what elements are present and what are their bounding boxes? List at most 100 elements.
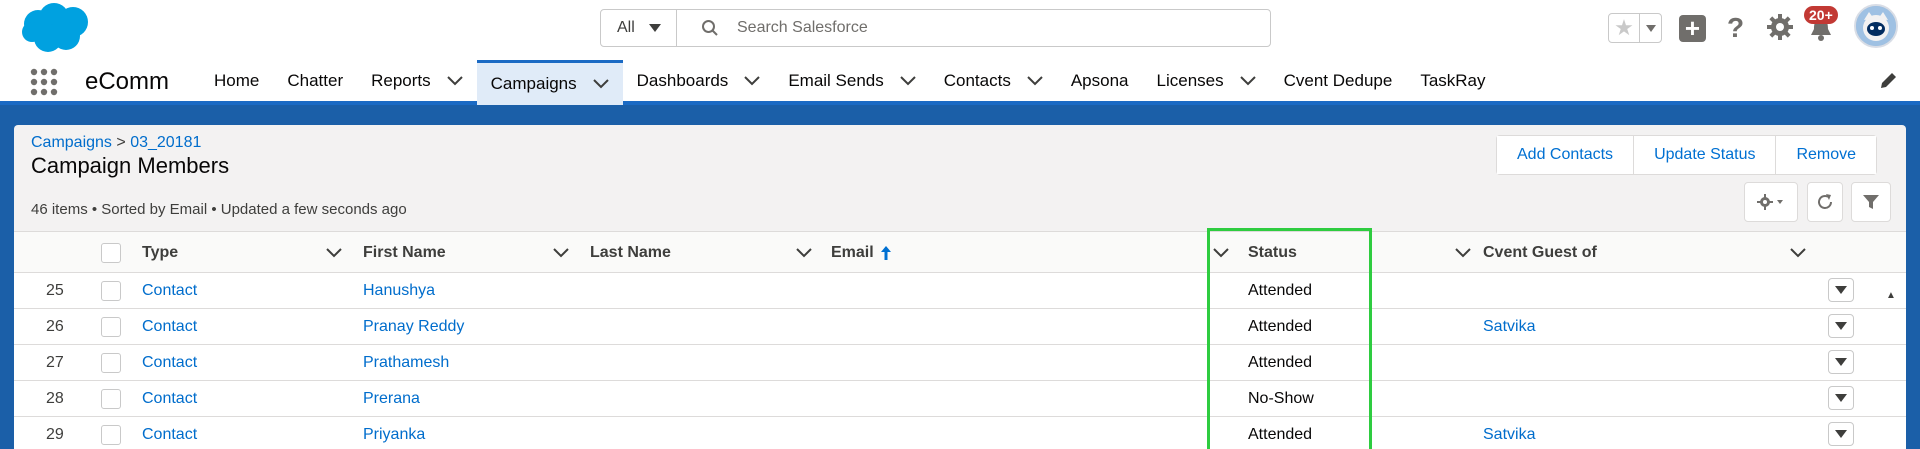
row-checkbox-cell bbox=[101, 273, 121, 308]
salesforce-logo[interactable] bbox=[18, 2, 94, 54]
type-link[interactable]: Contact bbox=[142, 381, 197, 416]
nav-item-label: Dashboards bbox=[636, 70, 729, 90]
chevron-down-icon[interactable] bbox=[1790, 248, 1806, 258]
row-number: 25 bbox=[46, 281, 64, 299]
breadcrumb-campaign-link[interactable]: 03_20181 bbox=[130, 134, 201, 151]
column-header-email[interactable]: Email bbox=[831, 232, 892, 274]
nav-item-campaigns[interactable]: Campaigns bbox=[476, 60, 623, 105]
chevron-down-icon[interactable] bbox=[326, 248, 342, 258]
nav-item-label: TaskRay bbox=[1420, 70, 1486, 90]
nav-item-reports[interactable]: Reports bbox=[357, 60, 477, 101]
chevron-down-icon[interactable] bbox=[796, 248, 812, 258]
row-number: 28 bbox=[46, 389, 64, 407]
nav-item-chatter[interactable]: Chatter bbox=[273, 60, 357, 101]
type-link[interactable]: Contact bbox=[142, 417, 197, 449]
cvent-guest-of-link[interactable]: Satvika bbox=[1483, 417, 1535, 449]
refresh-button[interactable] bbox=[1807, 182, 1843, 222]
nav-item-email-sends[interactable]: Email Sends bbox=[774, 60, 929, 101]
chevron-down-icon[interactable] bbox=[1239, 75, 1256, 86]
row-checkbox[interactable] bbox=[101, 280, 121, 301]
status-cell: Attended bbox=[1248, 425, 1313, 443]
add-contacts-button[interactable]: Add Contacts bbox=[1497, 136, 1634, 174]
chevron-down-icon[interactable] bbox=[553, 248, 569, 258]
row-actions-button[interactable] bbox=[1828, 278, 1854, 302]
first-name-link[interactable]: Prathamesh bbox=[363, 345, 449, 380]
app-launcher-icon[interactable] bbox=[29, 67, 59, 97]
row-checkbox[interactable] bbox=[101, 424, 121, 445]
search-icon bbox=[702, 20, 718, 36]
chevron-down-icon[interactable] bbox=[446, 75, 463, 86]
global-search: All bbox=[600, 9, 1271, 47]
setup-gear-icon[interactable] bbox=[1766, 13, 1794, 41]
type-link[interactable]: Contact bbox=[142, 309, 197, 344]
chevron-down-icon[interactable] bbox=[1213, 248, 1229, 258]
scroll-up-arrow-icon[interactable]: ▲ bbox=[1886, 290, 1896, 301]
status-cell: No-Show bbox=[1248, 389, 1314, 407]
favorites-dropdown[interactable] bbox=[1639, 14, 1661, 42]
nav-item-taskray[interactable]: TaskRay bbox=[1406, 60, 1499, 101]
row-actions-button[interactable] bbox=[1828, 386, 1854, 410]
chevron-down-icon[interactable] bbox=[592, 79, 609, 89]
sort-ascending-arrow-icon bbox=[880, 246, 891, 260]
nav-item-cvent-dedupe[interactable]: Cvent Dedupe bbox=[1270, 60, 1407, 101]
column-header-last-name[interactable]: Last Name bbox=[590, 232, 671, 274]
nav-item-label: Email Sends bbox=[788, 70, 884, 90]
select-all-checkbox-cell bbox=[101, 232, 121, 274]
column-header-label: Cvent Guest of bbox=[1483, 244, 1597, 261]
list-settings-button[interactable] bbox=[1744, 182, 1798, 222]
update-status-button[interactable]: Update Status bbox=[1633, 136, 1776, 174]
column-header-first-name[interactable]: First Name bbox=[363, 232, 446, 274]
filter-button[interactable] bbox=[1851, 182, 1891, 222]
row-checkbox[interactable] bbox=[101, 388, 121, 409]
column-header-label: First Name bbox=[363, 244, 446, 261]
nav-item-contacts[interactable]: Contacts bbox=[930, 60, 1057, 101]
row-actions-button[interactable] bbox=[1828, 350, 1854, 374]
type-link[interactable]: Contact bbox=[142, 273, 197, 308]
refresh-icon bbox=[1818, 194, 1832, 209]
search-input[interactable] bbox=[737, 19, 1257, 37]
global-actions-plus-icon[interactable]: + bbox=[1679, 15, 1706, 42]
breadcrumb-campaigns-link[interactable]: Campaigns bbox=[31, 134, 112, 151]
edit-nav-pencil-icon[interactable] bbox=[1878, 71, 1898, 91]
cvent-guest-of-link[interactable]: Satvika bbox=[1483, 309, 1535, 344]
notifications-badge: 20+ bbox=[1804, 6, 1838, 24]
chevron-down-icon[interactable] bbox=[900, 75, 916, 86]
type-link[interactable]: Contact bbox=[142, 345, 197, 380]
help-icon[interactable]: ? bbox=[1727, 12, 1744, 50]
nav-item-apsona[interactable]: Apsona bbox=[1057, 60, 1143, 101]
caret-down-icon bbox=[1645, 24, 1656, 32]
caret-down-icon bbox=[648, 24, 661, 32]
list-meta-info: 46 items • Sorted by Email • Updated a f… bbox=[31, 201, 407, 218]
row-actions-button[interactable] bbox=[1828, 314, 1854, 338]
first-name-link[interactable]: Prerana bbox=[363, 381, 420, 416]
caret-down-icon bbox=[1835, 322, 1847, 330]
column-header-type[interactable]: Type bbox=[142, 232, 178, 274]
user-avatar[interactable] bbox=[1854, 4, 1898, 48]
nav-item-label: Contacts bbox=[943, 70, 1011, 90]
search-field bbox=[677, 10, 1270, 46]
first-name-link[interactable]: Hanushya bbox=[363, 273, 435, 308]
breadcrumb: Campaigns > 03_20181 bbox=[31, 134, 201, 152]
row-checkbox[interactable] bbox=[101, 352, 121, 373]
nav-item-dashboards[interactable]: Dashboards bbox=[623, 60, 775, 101]
remove-button[interactable]: Remove bbox=[1775, 136, 1877, 174]
row-number: 27 bbox=[46, 353, 64, 371]
caret-down-icon bbox=[1835, 286, 1847, 294]
row-checkbox[interactable] bbox=[101, 316, 121, 337]
nav-item-label: Chatter bbox=[287, 70, 344, 90]
select-all-checkbox[interactable] bbox=[101, 243, 121, 263]
first-name-link[interactable]: Priyanka bbox=[363, 417, 425, 449]
nav-item-licenses[interactable]: Licenses bbox=[1143, 60, 1270, 101]
chevron-down-icon[interactable] bbox=[1455, 248, 1471, 258]
favorites-button[interactable]: ★ bbox=[1608, 13, 1662, 43]
row-actions-button[interactable] bbox=[1828, 422, 1854, 446]
chevron-down-icon[interactable] bbox=[744, 75, 761, 86]
first-name-link[interactable]: Pranay Reddy bbox=[363, 309, 464, 344]
search-scope-selector[interactable]: All bbox=[601, 10, 677, 46]
action-button-group: Add Contacts Update Status Remove bbox=[1496, 135, 1878, 175]
nav-item-home[interactable]: Home bbox=[200, 60, 273, 101]
row-checkbox-cell bbox=[101, 345, 121, 380]
column-header-status[interactable]: Status bbox=[1248, 232, 1297, 274]
chevron-down-icon[interactable] bbox=[1027, 75, 1043, 86]
column-header-cvent-guest-of[interactable]: Cvent Guest of bbox=[1483, 232, 1597, 274]
